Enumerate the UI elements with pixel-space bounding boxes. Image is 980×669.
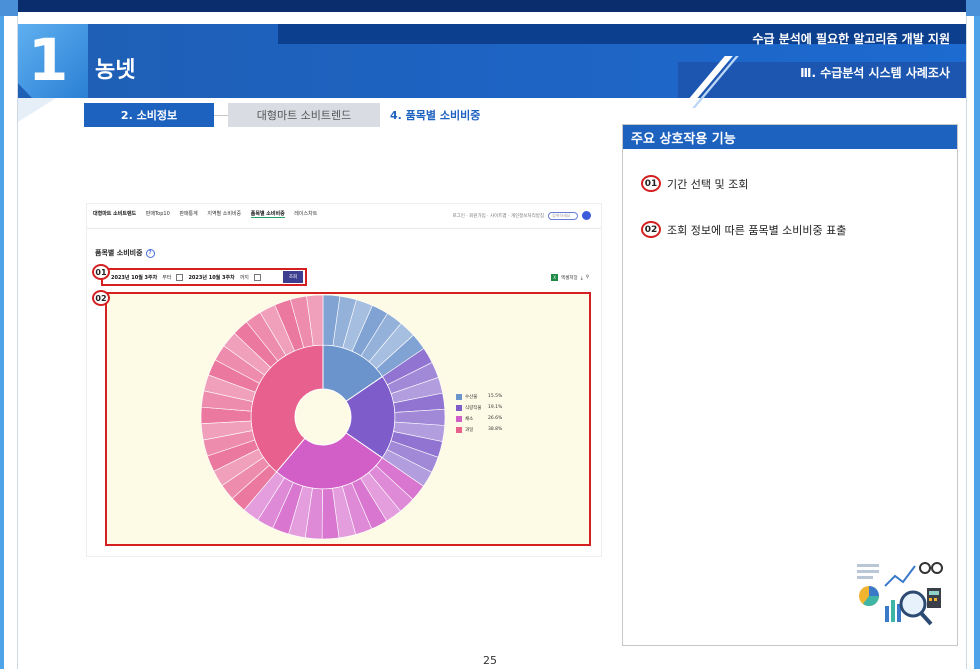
- legend-label: 수산물: [465, 394, 478, 400]
- left-accent-stripe: [0, 0, 4, 669]
- legend-item-2[interactable]: 식량작물 19.1%: [456, 402, 502, 413]
- legend-swatch: [456, 426, 462, 433]
- legend-label: 채소: [465, 416, 474, 422]
- search-placeholder: 검색하세요: [552, 212, 571, 218]
- right-accent-stripe: [974, 16, 980, 669]
- help-icon[interactable]: ?: [145, 248, 155, 258]
- app-page-title: 품목별 소비비중?: [95, 248, 155, 258]
- callout-01: 01: [92, 264, 110, 280]
- period-filter: 2023년 10월 3주차 부터 2023년 10월 3주차 까지 조회: [101, 268, 307, 286]
- feature-number: 02: [641, 221, 661, 238]
- header-wedge: [18, 98, 56, 122]
- legend-swatch: [456, 415, 462, 422]
- nav-item-race-chart[interactable]: 레이스차트: [294, 211, 317, 217]
- callout-02: 02: [92, 290, 110, 306]
- calendar-icon[interactable]: [253, 273, 261, 281]
- sunburst-chart: [200, 294, 446, 540]
- top-right-accent: [966, 0, 980, 16]
- feature-text: 기간 선택 및 조회: [667, 177, 749, 191]
- legend-value: 19.1%: [488, 405, 503, 410]
- page-number: 25: [483, 654, 497, 667]
- legend-item-3[interactable]: 채소 26.6%: [456, 413, 502, 424]
- legend-value: 38.8%: [488, 427, 503, 432]
- end-suffix: 까지: [239, 274, 249, 281]
- excel-label: 엑셀저장: [561, 275, 578, 281]
- feature-text: 조회 정보에 따른 품목별 소비비중 표출: [667, 223, 847, 237]
- app-page-title-text: 품목별 소비비중: [95, 249, 143, 257]
- start-suffix: 부터: [162, 274, 172, 281]
- legend-item-4[interactable]: 과일 38.8%: [456, 424, 502, 435]
- section-number: 1: [28, 26, 69, 94]
- legend-label: 과일: [465, 427, 474, 433]
- header-subtitle-bottom: Ⅲ. 수급분석 시스템 사례조사: [800, 66, 950, 80]
- header-subtitle-top: 수급 분석에 필요한 알고리즘 개발 지원: [752, 32, 950, 46]
- start-week[interactable]: 2023년 10월 3주차: [111, 274, 157, 281]
- calendar-icon[interactable]: [176, 273, 184, 281]
- breadcrumb-step-3[interactable]: 4. 품목별 소비비중: [390, 107, 480, 123]
- legend-value: 15.5%: [488, 394, 503, 399]
- nav-item-item-share[interactable]: 품목별 소비비중: [250, 211, 285, 218]
- nav-item-stats[interactable]: 판매통계: [179, 211, 197, 217]
- legend-label: 식량작물: [465, 405, 482, 411]
- legend-swatch: [456, 393, 462, 400]
- user-icon[interactable]: [582, 211, 591, 220]
- nav-divider: [87, 228, 601, 229]
- top-bar: [0, 0, 980, 12]
- top-links[interactable]: 로그인 · 회원가입 · 사이트맵 · 개인정보처리방침: [452, 213, 544, 219]
- feature-item-1: 01 기간 선택 및 조회: [641, 175, 748, 192]
- download-icon[interactable]: ⤓: [581, 275, 583, 281]
- chart-frame: [105, 292, 591, 546]
- legend-swatch: [456, 404, 462, 411]
- panel-title: 주요 상호작용 기능: [623, 125, 957, 149]
- zoom-icon[interactable]: ⚲: [586, 275, 589, 280]
- legend-value: 26.6%: [488, 416, 503, 421]
- top-left-accent: [0, 0, 18, 16]
- breadcrumb-step-2[interactable]: 대형마트 소비트렌드: [228, 103, 380, 127]
- page-title: 농넷: [95, 58, 136, 83]
- app-brand[interactable]: 대형마트 소비트렌드: [93, 211, 136, 217]
- end-week[interactable]: 2023년 10월 3주차: [188, 274, 234, 281]
- nav-item-top10[interactable]: 판매Top10: [146, 211, 170, 217]
- chart-legend: 수산물 15.5% 식량작물 19.1% 채소 26.6% 과일 38.8%: [456, 391, 502, 435]
- breadcrumb-step-1[interactable]: 2. 소비정보: [84, 103, 214, 127]
- excel-icon: X: [551, 274, 559, 281]
- legend-item-1[interactable]: 수산물 15.5%: [456, 391, 502, 402]
- query-button[interactable]: 조회: [283, 271, 303, 283]
- feature-item-2: 02 조회 정보에 따른 품목별 소비비중 표출: [641, 221, 846, 238]
- search-input[interactable]: 검색하세요: [548, 211, 578, 220]
- nav-item-region[interactable]: 지역별 소비비중: [207, 211, 241, 217]
- feature-number: 01: [641, 175, 661, 192]
- app-top-right: 로그인 · 회원가입 · 사이트맵 · 개인정보처리방침 검색하세요: [452, 211, 591, 220]
- app-screenshot: 대형마트 소비트렌드 판매Top10 판매통계 지역별 소비비중 품목별 소비비…: [86, 203, 602, 557]
- data-analysis-illustration-icon: [857, 562, 943, 626]
- excel-export[interactable]: X 엑셀저장 ⤓ ⚲: [551, 274, 589, 281]
